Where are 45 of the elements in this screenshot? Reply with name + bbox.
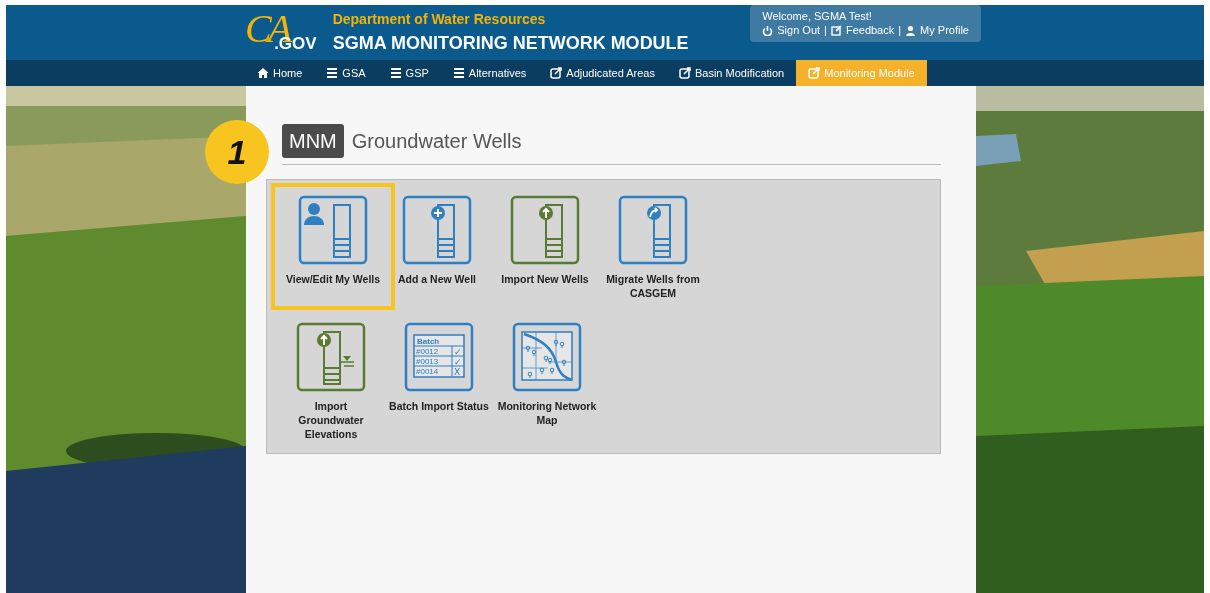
- tile-button[interactable]: Migrate Wells from CASGEM: [599, 191, 707, 311]
- edit-icon: [830, 24, 842, 36]
- separator: |: [824, 23, 827, 38]
- nav-tab[interactable]: Basin Modification: [666, 60, 797, 86]
- user-link[interactable]: Feedback: [845, 23, 895, 38]
- nav-tab[interactable]: Alternatives: [440, 60, 539, 86]
- nav-tab[interactable]: GSP: [377, 60, 441, 86]
- person-well-icon: [298, 195, 368, 265]
- external-link-icon: [678, 67, 691, 79]
- power-icon: [762, 24, 774, 36]
- tile-button[interactable]: Batch #0012 ✓ #0013 ✓ #0014 X Batch Import Status: [385, 318, 493, 452]
- status-mark: X: [454, 366, 461, 377]
- external-link-icon: [808, 67, 821, 79]
- tile-button[interactable]: Import New Wells: [491, 191, 599, 311]
- status-mark: ✓: [454, 346, 462, 357]
- upload-well-icon: [510, 195, 580, 265]
- water-level-well-icon: [296, 322, 366, 393]
- external-link-icon: [550, 67, 563, 79]
- module-badge: MNM: [282, 124, 344, 158]
- nav-tab[interactable]: Home: [245, 60, 315, 86]
- department-name: Department of Water Resources: [332, 9, 547, 29]
- status-mark: ✓: [454, 356, 462, 367]
- batch-number: #0012: [416, 347, 439, 357]
- tile-button[interactable]: Monitoring Network Map: [493, 318, 601, 452]
- site-title: SGMA MONITORING NETWORK MODULE: [332, 31, 689, 55]
- arrow-well-icon: [618, 195, 688, 265]
- welcome-text: Welcome, SGMA Test!: [762, 9, 873, 24]
- user-link[interactable]: My Profile: [920, 23, 969, 38]
- separator: |: [898, 23, 902, 38]
- menu-icon: [326, 67, 339, 79]
- menu-icon: [389, 67, 402, 79]
- nav-tab[interactable]: GSA: [314, 60, 378, 86]
- tile-button[interactable]: Import Groundwater Elevations: [277, 318, 385, 452]
- tile-button[interactable]: View/Edit My Wells: [271, 183, 395, 311]
- page-heading: Groundwater Wells: [351, 129, 522, 154]
- home-icon: [257, 67, 269, 79]
- add-well-icon: [402, 195, 472, 265]
- table-heading: Batch: [417, 337, 440, 347]
- user-icon: [905, 24, 917, 36]
- nav-tab[interactable]: Adjudicated Areas: [538, 60, 667, 86]
- menu-icon: [452, 67, 465, 79]
- user-link[interactable]: Sign Out: [777, 23, 821, 38]
- batch-number: #0014: [416, 367, 439, 377]
- map-icon: [512, 322, 582, 393]
- batch-number: #0013: [416, 357, 439, 367]
